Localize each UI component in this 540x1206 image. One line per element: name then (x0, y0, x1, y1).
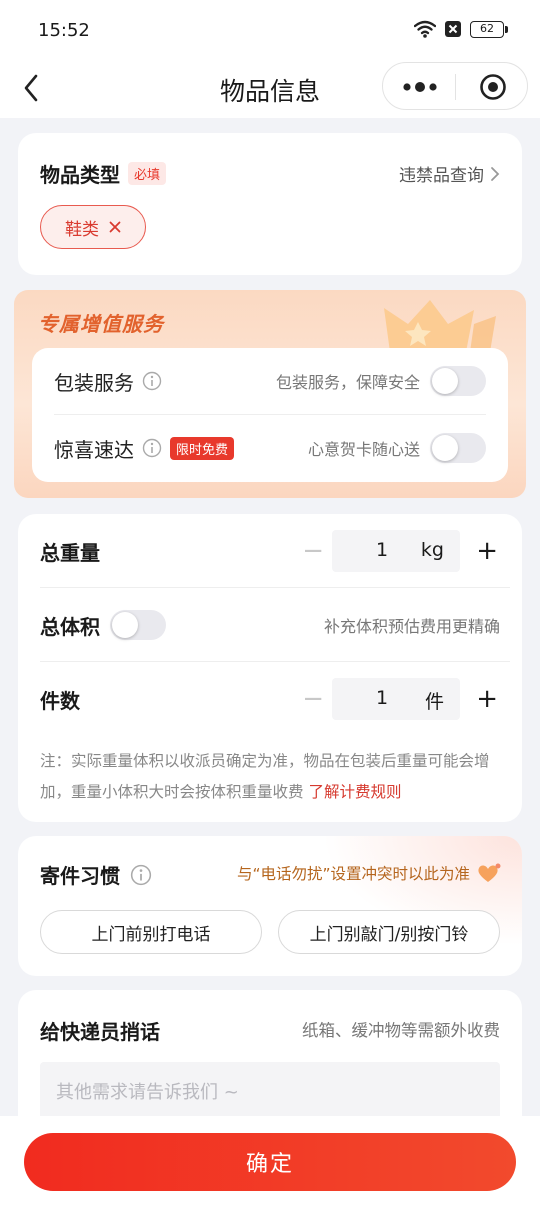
info-icon[interactable] (142, 438, 162, 458)
crown-decoration-icon (384, 300, 496, 352)
confirm-button[interactable]: 确定 (24, 1133, 516, 1191)
more-icon[interactable] (399, 75, 441, 99)
billing-rules-link[interactable]: 了解计费规则 (308, 783, 401, 801)
surprise-express-row: 惊喜速达 限时免费 心意贺卡随心送 (54, 415, 486, 481)
toggle-knob (112, 612, 138, 638)
nav-bar: 物品信息 (0, 60, 540, 118)
item-type-header: 物品类型 必填 (40, 159, 167, 188)
packaging-service-toggle[interactable] (430, 366, 486, 396)
total-volume-toggle[interactable] (110, 610, 166, 640)
wifi-icon (414, 20, 436, 38)
value-added-panel: 包装服务 包装服务，保障安全 惊喜速达 限时免费 心意贺卡随心送 (32, 348, 508, 482)
value-added-services: 专属增值服务 包装服务 包装服务，保障安全 惊喜速达 限时免费 心意贺卡随心送 (14, 290, 526, 498)
packaging-service-row: 包装服务 包装服务，保障安全 (54, 348, 486, 414)
weight-stepper[interactable]: 1 kg (332, 530, 460, 572)
surprise-express-hint: 心意贺卡随心送 (307, 440, 420, 459)
item-type-title: 物品类型 (40, 163, 120, 187)
toggle-knob (432, 368, 458, 394)
habit-title: 寄件习惯 (40, 864, 120, 888)
weight-value: 1 (376, 539, 389, 561)
weight-unit: kg (420, 539, 444, 561)
shipping-habit-card: 寄件习惯 与“电话勿扰”设置冲突时以此为准 上门前别打电话 上门别敲门/别按门铃 (18, 836, 522, 976)
status-time: 15:52 (38, 20, 90, 41)
count-unit: 件 (424, 691, 444, 713)
weight-note-text: 注：实际重量体积以收派员确定为准，物品在包装后重量可能会增加，重量小体积大时会按… (40, 752, 490, 801)
close-icon[interactable] (109, 221, 121, 233)
close-target-icon[interactable] (479, 73, 507, 101)
status-bar: 15:52 62 (0, 0, 540, 60)
capsule-divider (455, 74, 456, 100)
no-sim-icon (445, 21, 461, 37)
total-weight-row: 总重量 − 1 kg + (40, 514, 500, 588)
weight-increment-button[interactable]: + (476, 536, 498, 566)
prohibited-items-label: 违禁品查询 (399, 166, 484, 186)
total-volume-hint: 补充体积预估费用更精确 (323, 617, 500, 636)
status-icons: 62 (414, 20, 508, 38)
piece-count-row: 件数 − 1 件 + (40, 662, 500, 736)
limited-free-badge: 限时免费 (170, 436, 235, 460)
toggle-knob (432, 435, 458, 461)
courier-message-hint: 纸箱、缓冲物等需额外收费 (302, 1021, 500, 1040)
mini-program-capsule (382, 62, 528, 110)
count-value: 1 (376, 687, 389, 709)
info-icon[interactable] (142, 371, 162, 391)
prohibited-items-link[interactable]: 违禁品查询 (399, 161, 500, 186)
chevron-right-icon (491, 166, 500, 181)
total-weight-label: 总重量 (40, 540, 100, 565)
total-volume-row: 总体积 补充体积预估费用更精确 (40, 588, 500, 662)
surprise-express-label: 惊喜速达 (54, 437, 134, 462)
value-added-title: 专属增值服务 (38, 312, 164, 336)
no-knock-option-button[interactable]: 上门别敲门/别按门铃 (278, 910, 500, 954)
total-volume-label: 总体积 (40, 614, 100, 639)
packaging-service-hint: 包装服务，保障安全 (275, 373, 420, 392)
item-type-card: 物品类型 必填 违禁品查询 鞋类 (18, 133, 522, 275)
chip-label: 鞋类 (65, 219, 99, 240)
info-icon[interactable] (130, 864, 152, 886)
surprise-express-toggle[interactable] (430, 433, 486, 463)
weight-decrement-button[interactable]: − (302, 536, 324, 566)
count-stepper[interactable]: 1 件 (332, 678, 460, 720)
weight-note: 注：实际重量体积以收派员确定为准，物品在包装后重量可能会增加，重量小体积大时会按… (40, 746, 506, 808)
battery-icon: 62 (470, 20, 508, 38)
count-increment-button[interactable]: + (476, 684, 498, 714)
packaging-service-label: 包装服务 (54, 370, 134, 395)
weight-card: 总重量 − 1 kg + 总体积 补充体积预估费用更精确 件数 − 1 件 + … (18, 514, 522, 822)
count-decrement-button[interactable]: − (302, 684, 324, 714)
piece-count-label: 件数 (40, 688, 80, 713)
heart-icon (478, 863, 501, 882)
habit-hint: 与“电话勿扰”设置冲突时以此为准 (237, 862, 502, 884)
bottom-bar: 确定 (0, 1116, 540, 1206)
no-call-option-button[interactable]: 上门前别打电话 (40, 910, 262, 954)
courier-message-title: 给快递员捎话 (40, 1020, 160, 1044)
habit-header: 寄件习惯 (40, 860, 152, 889)
habit-hint-text: 与“电话勿扰”设置冲突时以此为准 (236, 865, 470, 883)
required-badge: 必填 (128, 162, 167, 185)
courier-message-input[interactable] (40, 1062, 500, 1122)
item-type-chip[interactable]: 鞋类 (40, 205, 146, 249)
